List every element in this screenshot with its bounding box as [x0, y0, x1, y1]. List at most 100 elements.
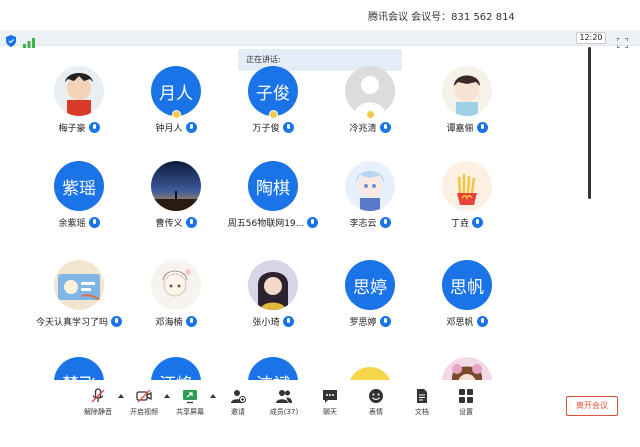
participant-name-text: 曹传义 — [155, 219, 183, 229]
participant-avatar — [151, 161, 201, 211]
window-title: 腾讯会议 会议号：831 562 814 — [368, 12, 515, 23]
participant-name-text: 今天认真学习了吗 — [35, 318, 108, 328]
chat-button[interactable]: 聊天 — [310, 388, 350, 417]
participant-tile[interactable]: 李志云 — [322, 161, 418, 251]
participant-name-text: 谭嘉俪 — [446, 124, 474, 134]
meeting-toolbar: 解除静音 开启视频 共享屏幕 邀请 成员(37) 聊天 表情 文档 设置 — [0, 380, 640, 428]
participant-name: 罗思婷 — [322, 315, 418, 328]
participant-tile[interactable]: 邓海楠 — [128, 260, 224, 350]
participant-name: 今天认真学习了吗 — [31, 315, 127, 328]
participant-name: 邓海楠 — [128, 315, 224, 328]
participant-tile[interactable]: 冷兆清 — [322, 66, 418, 156]
participant-tile[interactable]: 梅子豪 — [31, 66, 127, 156]
participant-name: 谭嘉俪 — [419, 121, 515, 134]
participant-name: 周五56物联网19... — [225, 216, 321, 229]
participant-name: 钟月人 — [128, 121, 224, 134]
mic-status-icon — [111, 316, 122, 327]
participant-name-text: 李志云 — [349, 219, 377, 229]
participant-name-text: 梅子豪 — [58, 124, 86, 134]
participant-tile[interactable]: 曹传义 — [128, 161, 224, 251]
participant-tile[interactable]: 思帆 邓思帆 — [419, 260, 515, 350]
participant-tile[interactable]: 今天认真学习了吗 — [31, 260, 127, 350]
camera-off-icon — [136, 388, 152, 404]
invite-label: 邀请 — [231, 408, 245, 416]
participant-avatar: 思帆 — [442, 260, 492, 310]
scrollbar[interactable] — [588, 47, 591, 199]
mic-status-icon — [282, 122, 294, 133]
participant-tile[interactable]: 陶棋周五56物联网19... — [225, 161, 321, 251]
participant-avatar — [442, 161, 492, 211]
participant-avatar — [345, 66, 395, 116]
mic-status-icon — [185, 122, 197, 133]
participant-avatar — [54, 260, 104, 310]
reaction-button[interactable]: 表情 — [356, 388, 396, 417]
signal-icon[interactable] — [23, 33, 35, 48]
participant-name: 李志云 — [322, 216, 418, 229]
participant-avatar — [151, 260, 201, 310]
docs-label: 文档 — [415, 408, 429, 416]
participant-tile[interactable]: 月人钟月人 — [128, 66, 224, 156]
add-user-icon — [230, 388, 246, 404]
participant-name-text: 丁垚 — [450, 219, 469, 229]
participant-name-text: 钟月人 — [155, 124, 183, 134]
participant-name-text: 余紫瑶 — [58, 219, 86, 229]
members-label: 成员(37) — [269, 408, 299, 416]
participant-name-text: 张小琦 — [252, 318, 280, 328]
video-button[interactable]: 开启视频 — [124, 388, 164, 417]
participant-tile[interactable]: 思婷罗思婷 — [322, 260, 418, 350]
smiley-icon — [368, 388, 384, 404]
participant-avatar: 子俊 — [248, 66, 298, 116]
participant-tile[interactable]: 谭嘉俪 — [419, 66, 515, 156]
participant-name-text: 罗思婷 — [349, 318, 377, 328]
participant-avatar — [345, 161, 395, 211]
settings-button[interactable]: 设置 — [446, 388, 486, 417]
participant-avatar: 月人 — [151, 66, 201, 116]
mic-status-icon — [476, 122, 488, 133]
share-options-caret[interactable] — [210, 394, 216, 398]
mic-status-icon — [472, 217, 483, 228]
participant-avatar — [54, 66, 104, 116]
fullscreen-icon[interactable] — [616, 33, 629, 49]
participant-name: 邓思帆 — [419, 315, 515, 328]
mic-status-icon — [282, 316, 294, 327]
participant-name-text: 邓海楠 — [155, 318, 183, 328]
participant-name: 张小琦 — [225, 315, 321, 328]
participant-name: 冷兆清 — [322, 121, 418, 134]
chat-label: 聊天 — [323, 408, 337, 416]
participant-avatar: 陶棋 — [248, 161, 298, 211]
host-badge-icon — [172, 110, 181, 119]
mute-button[interactable]: 解除静音 — [78, 388, 118, 417]
participant-avatar: 思婷 — [345, 260, 395, 310]
mic-status-icon — [307, 217, 319, 228]
mic-status-icon — [379, 122, 391, 133]
docs-button[interactable]: 文档 — [402, 388, 442, 417]
participant-name: 余紫瑶 — [31, 216, 127, 229]
mic-status-icon — [88, 217, 100, 228]
participant-avatar — [248, 260, 298, 310]
mic-status-icon — [185, 217, 197, 228]
participant-tile[interactable]: 丁垚 — [419, 161, 515, 251]
mic-status-icon — [379, 217, 391, 228]
leave-meeting-button[interactable]: 离开会议 — [566, 396, 618, 416]
mic-status-icon — [379, 316, 391, 327]
participant-name-text: 万子俊 — [252, 124, 280, 134]
invite-button[interactable]: 邀请 — [218, 388, 258, 417]
mic-status-icon — [185, 316, 197, 327]
chat-icon — [322, 388, 338, 404]
settings-label: 设置 — [459, 408, 473, 416]
share-screen-button[interactable]: 共享屏幕 — [170, 388, 210, 417]
participant-tile[interactable]: 紫瑶 余紫瑶 — [31, 161, 127, 251]
members-icon — [276, 388, 292, 404]
share-screen-icon — [182, 388, 198, 404]
participant-name: 曹传义 — [128, 216, 224, 229]
share-screen-label: 共享屏幕 — [176, 408, 204, 416]
shield-icon[interactable] — [6, 32, 16, 47]
participant-name: 丁垚 — [419, 216, 515, 229]
mute-label: 解除静音 — [84, 408, 112, 416]
participant-tile[interactable]: 张小琦 — [225, 260, 321, 350]
participant-tile[interactable]: 子俊万子俊 — [225, 66, 321, 156]
members-button[interactable]: 成员(37) — [264, 388, 304, 417]
participant-name: 梅子豪 — [31, 121, 127, 134]
title-bar: 腾讯会议 会议号：831 562 814 — [0, 0, 640, 30]
reaction-label: 表情 — [369, 408, 383, 416]
